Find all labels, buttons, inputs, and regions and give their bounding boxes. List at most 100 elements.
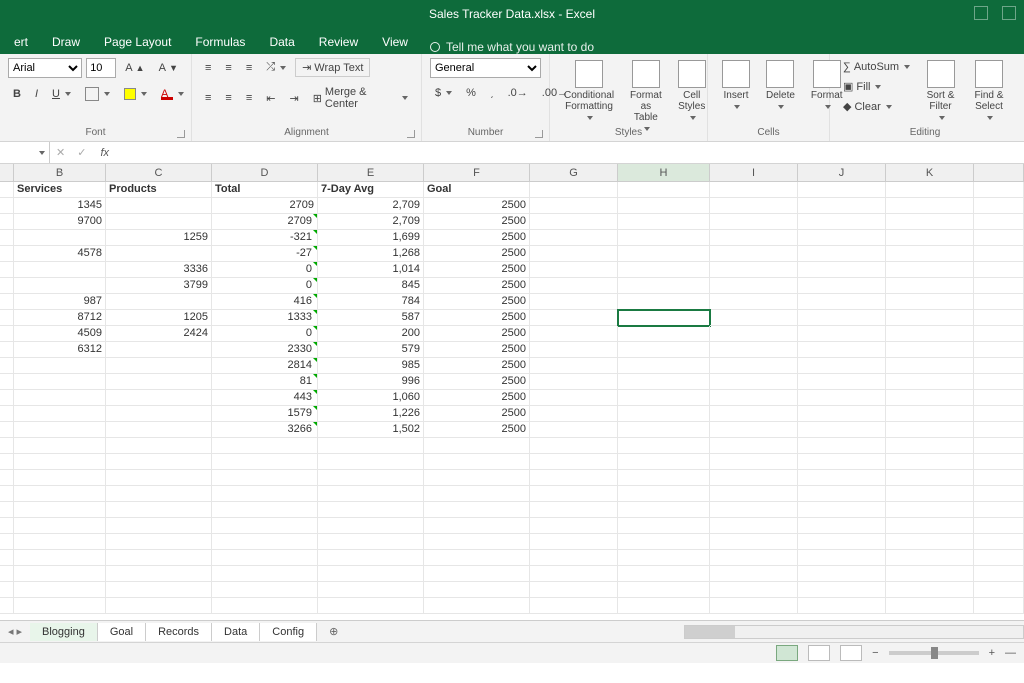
cell-edge[interactable] — [974, 310, 1024, 326]
cell-B-8[interactable]: 987 — [14, 294, 106, 310]
cell-F-2[interactable]: 2500 — [424, 198, 530, 214]
cell-G-1[interactable] — [530, 182, 618, 198]
cell-E-15[interactable]: 1,226 — [318, 406, 424, 422]
cell-C-24[interactable] — [106, 550, 212, 566]
column-header-G[interactable]: G — [530, 164, 618, 181]
cell-E-7[interactable]: 845 — [318, 278, 424, 294]
cell-D-2[interactable]: 2709 — [212, 198, 318, 214]
cell-E-1[interactable]: 7-Day Avg — [318, 182, 424, 198]
cell-F-27[interactable] — [424, 598, 530, 614]
cell-C-22[interactable] — [106, 518, 212, 534]
border-button[interactable] — [80, 84, 115, 104]
ribbon-display-icon[interactable] — [1002, 6, 1016, 20]
cell-G-5[interactable] — [530, 246, 618, 262]
cell-edge[interactable] — [0, 230, 14, 246]
column-header-K[interactable]: K — [886, 164, 974, 181]
cell-B-22[interactable] — [14, 518, 106, 534]
cell-E-6[interactable]: 1,014 — [318, 262, 424, 278]
bold-button[interactable]: B — [8, 85, 26, 103]
cell-J-12[interactable] — [798, 358, 886, 374]
cell-J-19[interactable] — [798, 470, 886, 486]
cell-I-26[interactable] — [710, 582, 798, 598]
cell-B-15[interactable] — [14, 406, 106, 422]
cell-J-1[interactable] — [798, 182, 886, 198]
cell-H-11[interactable] — [618, 342, 710, 358]
cell-F-18[interactable] — [424, 454, 530, 470]
conditional-formatting-button[interactable]: Conditional Formatting — [558, 58, 620, 125]
cell-I-17[interactable] — [710, 438, 798, 454]
cell-I-19[interactable] — [710, 470, 798, 486]
column-header-I[interactable]: I — [710, 164, 798, 181]
fill-button[interactable]: ▣ Fill — [838, 77, 915, 96]
tell-me[interactable]: Tell me what you want to do — [430, 40, 594, 54]
cell-B-16[interactable] — [14, 422, 106, 438]
cell-B-21[interactable] — [14, 502, 106, 518]
cell-E-4[interactable]: 1,699 — [318, 230, 424, 246]
sheet-tab-blogging[interactable]: Blogging — [30, 623, 98, 641]
ribbon-tab-ert[interactable]: ert — [2, 30, 40, 54]
cell-edge[interactable] — [974, 598, 1024, 614]
cell-H-13[interactable] — [618, 374, 710, 390]
cell-J-8[interactable] — [798, 294, 886, 310]
cell-I-16[interactable] — [710, 422, 798, 438]
cell-E-21[interactable] — [318, 502, 424, 518]
cell-E-17[interactable] — [318, 438, 424, 454]
cell-D-10[interactable]: 0 — [212, 326, 318, 342]
cell-E-26[interactable] — [318, 582, 424, 598]
cell-J-20[interactable] — [798, 486, 886, 502]
cell-B-19[interactable] — [14, 470, 106, 486]
cell-E-27[interactable] — [318, 598, 424, 614]
zoom-out-button[interactable]: − — [872, 647, 878, 659]
cell-D-8[interactable]: 416 — [212, 294, 318, 310]
font-name-select[interactable]: Arial — [8, 58, 82, 78]
cell-K-23[interactable] — [886, 534, 974, 550]
cell-B-9[interactable]: 8712 — [14, 310, 106, 326]
cell-H-7[interactable] — [618, 278, 710, 294]
spreadsheet-grid[interactable]: BCDEFGHIJK ServicesProductsTotal7-Day Av… — [0, 164, 1024, 620]
ribbon-help-icon[interactable] — [974, 6, 988, 20]
cell-F-12[interactable]: 2500 — [424, 358, 530, 374]
cell-H-16[interactable] — [618, 422, 710, 438]
cell-J-22[interactable] — [798, 518, 886, 534]
cell-J-2[interactable] — [798, 198, 886, 214]
cell-I-5[interactable] — [710, 246, 798, 262]
cell-G-4[interactable] — [530, 230, 618, 246]
cell-C-7[interactable]: 3799 — [106, 278, 212, 294]
cell-G-13[interactable] — [530, 374, 618, 390]
cell-edge[interactable] — [974, 422, 1024, 438]
cell-edge[interactable] — [0, 598, 14, 614]
cell-D-26[interactable] — [212, 582, 318, 598]
percent-format-button[interactable]: % — [461, 84, 481, 102]
cell-C-25[interactable] — [106, 566, 212, 582]
cell-E-10[interactable]: 200 — [318, 326, 424, 342]
cell-B-1[interactable]: Services — [14, 182, 106, 198]
cell-J-7[interactable] — [798, 278, 886, 294]
cell-C-13[interactable] — [106, 374, 212, 390]
cell-edge[interactable] — [974, 374, 1024, 390]
cell-edge[interactable] — [974, 406, 1024, 422]
align-bottom-button[interactable]: ≡ — [241, 59, 257, 77]
cell-edge[interactable] — [0, 294, 14, 310]
cell-K-12[interactable] — [886, 358, 974, 374]
cell-F-7[interactable]: 2500 — [424, 278, 530, 294]
cell-K-15[interactable] — [886, 406, 974, 422]
cell-H-23[interactable] — [618, 534, 710, 550]
cell-C-16[interactable] — [106, 422, 212, 438]
cell-D-12[interactable]: 2814 — [212, 358, 318, 374]
cell-edge[interactable] — [974, 246, 1024, 262]
cell-K-6[interactable] — [886, 262, 974, 278]
cell-I-15[interactable] — [710, 406, 798, 422]
cell-C-15[interactable] — [106, 406, 212, 422]
cell-edge[interactable] — [974, 454, 1024, 470]
cell-E-11[interactable]: 579 — [318, 342, 424, 358]
cell-F-19[interactable] — [424, 470, 530, 486]
cell-K-2[interactable] — [886, 198, 974, 214]
cell-I-24[interactable] — [710, 550, 798, 566]
cell-C-27[interactable] — [106, 598, 212, 614]
cell-B-27[interactable] — [14, 598, 106, 614]
cell-D-1[interactable]: Total — [212, 182, 318, 198]
sheet-tab-data[interactable]: Data — [212, 623, 260, 641]
font-color-button[interactable]: A — [156, 85, 189, 103]
cell-B-20[interactable] — [14, 486, 106, 502]
cell-D-19[interactable] — [212, 470, 318, 486]
